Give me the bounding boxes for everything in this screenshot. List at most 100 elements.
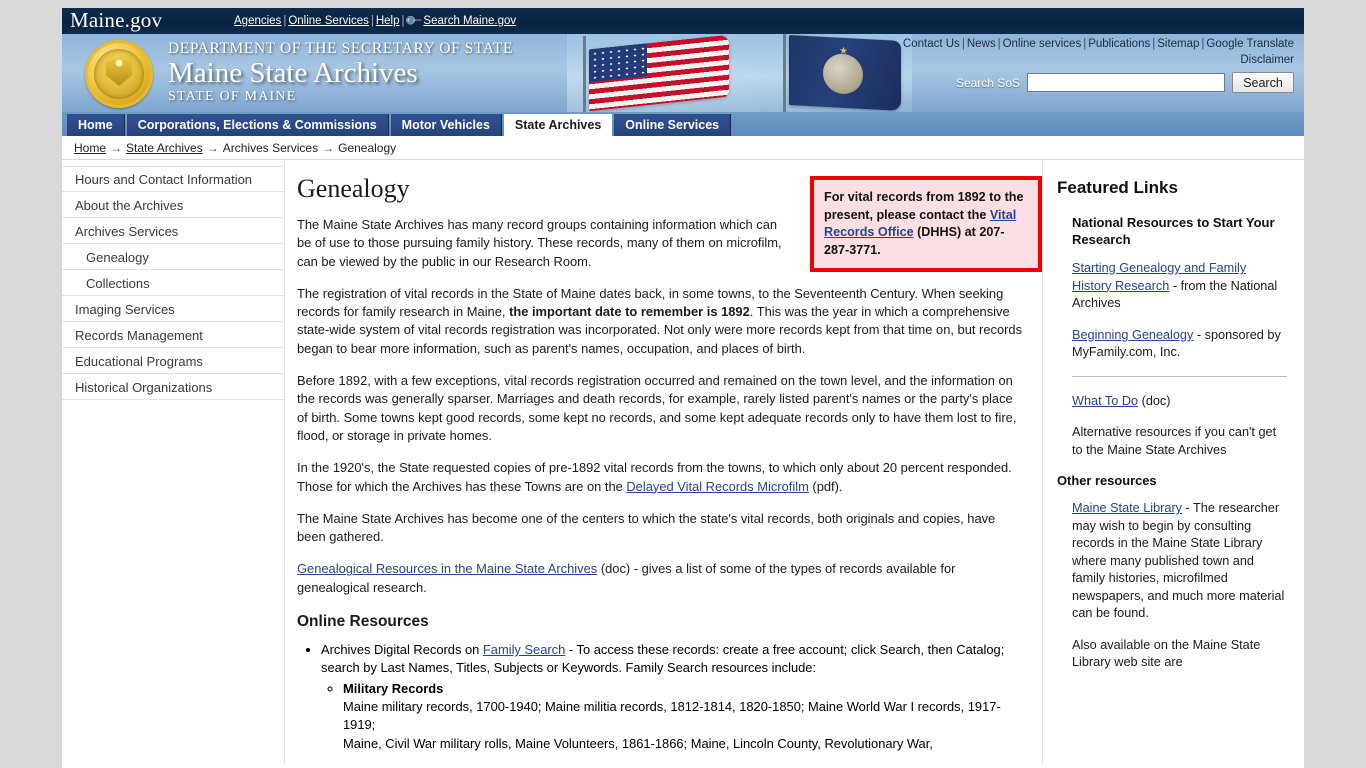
util-link-news[interactable]: News bbox=[967, 38, 996, 50]
sidebar-navigation: Hours and Contact Information About the … bbox=[62, 160, 285, 764]
top-link-search-mainegov[interactable]: Search Maine.gov bbox=[423, 15, 516, 27]
mainegov-top-links: Agencies | Online Services | Help |🔍 Search M… bbox=[234, 8, 516, 34]
list-item-military-records: Military Records Maine military records,… bbox=[343, 680, 1024, 753]
military-records-line2: Maine, Civil War military rolls, Maine V… bbox=[343, 735, 933, 751]
sidebar-item-hours-and-contact-information[interactable]: Hours and Contact Information bbox=[62, 166, 284, 192]
sublist-title-military-records: Military Records bbox=[343, 680, 444, 696]
sidebar-item-educational-programs[interactable]: Educational Programs bbox=[62, 348, 284, 374]
sidebar-item-historical-organizations[interactable]: Historical Organizations bbox=[62, 374, 284, 400]
mainegov-logo[interactable]: Maine.gov bbox=[70, 8, 168, 33]
util-link-google-translate[interactable]: Google Translate bbox=[1206, 38, 1294, 50]
paragraph-registration: The registration of vital records in the… bbox=[297, 285, 1024, 358]
util-link-sitemap[interactable]: Sitemap bbox=[1157, 38, 1199, 50]
util-link-online-services[interactable]: Online services bbox=[1003, 38, 1082, 50]
list-item-archives-digital-records: Archives Digital Records on Family Searc… bbox=[321, 641, 1024, 753]
seal-inner bbox=[94, 49, 144, 99]
utility-links: Contact Us | News | Online services | Publicat… bbox=[874, 36, 1294, 68]
link-delayed-vital-records-microfilm[interactable]: Delayed Vital Records Microfilm bbox=[626, 479, 808, 494]
util-link-contact-us[interactable]: Contact Us bbox=[903, 38, 960, 50]
state-name: STATE OF MAINE bbox=[168, 89, 297, 104]
department-title[interactable]: DEPARTMENT OF THE SECRETARY OF STATE Mai… bbox=[168, 40, 513, 105]
page-container: Maine.gov Agencies | Online Services | Help |… bbox=[62, 8, 1304, 768]
breadcrumb-item-genealogy: Genealogy bbox=[338, 141, 397, 155]
family-search-sublist: Military Records Maine military records,… bbox=[321, 680, 1024, 753]
divider: | bbox=[961, 38, 965, 50]
other-resources-block: Maine State Library - The researcher may… bbox=[1057, 500, 1287, 672]
maine-flag-seal bbox=[823, 52, 863, 95]
main-content: Genealogy For vital records from 1892 to… bbox=[285, 160, 1043, 764]
nav-tab-online-services[interactable]: Online Services bbox=[614, 114, 732, 136]
list-item-text-before: Archives Digital Records on bbox=[321, 642, 483, 658]
link-beginning-genealogy[interactable]: Beginning Genealogy bbox=[1072, 328, 1193, 342]
mainegov-logo-text: Maine.gov bbox=[70, 8, 163, 32]
sidebar-item-imaging-services[interactable]: Imaging Services bbox=[62, 296, 284, 322]
sidebar-item-archives-services[interactable]: Archives Services bbox=[62, 218, 284, 244]
link-family-search[interactable]: Family Search bbox=[483, 642, 565, 657]
breadcrumb-separator: → bbox=[206, 141, 219, 155]
util-link-publications[interactable]: Publications bbox=[1088, 38, 1150, 50]
breadcrumb-separator: → bbox=[110, 141, 123, 155]
featured-links-block: National Resources to Start Your Researc… bbox=[1057, 214, 1287, 459]
breadcrumb-item-home[interactable]: Home bbox=[74, 141, 106, 155]
link-what-to-do[interactable]: What To Do bbox=[1072, 394, 1138, 408]
site-banner: ★ DEPARTMENT OF THE SECRETARY OF STATE M… bbox=[62, 34, 1304, 112]
nav-tab-motor-vehicles[interactable]: Motor Vehicles bbox=[390, 114, 502, 136]
featured-item-what-to-do: What To Do (doc) bbox=[1072, 393, 1287, 411]
site-title: Maine State Archives bbox=[168, 57, 418, 89]
featured-item-also-available: Also available on the Maine State Librar… bbox=[1072, 637, 1261, 670]
top-link-help[interactable]: Help bbox=[376, 15, 400, 27]
nav-tab-corporations-elections-commissions[interactable]: Corporations, Elections & Commissions bbox=[126, 114, 389, 136]
paragraph-centers: The Maine State Archives has become one … bbox=[297, 510, 996, 545]
search-label: Search SoS bbox=[955, 75, 1020, 90]
content-columns: Hours and Contact Information About the … bbox=[62, 160, 1304, 764]
featured-item-maine-state-library: Maine State Library - The researcher may… bbox=[1072, 500, 1287, 623]
main-navigation: Home Corporations, Elections & Commissio… bbox=[62, 112, 1304, 136]
sidebar-item-collections[interactable]: Collections bbox=[62, 270, 284, 296]
paragraph-1920s-part2: (pdf). bbox=[808, 478, 843, 494]
nav-tab-home[interactable]: Home bbox=[67, 114, 125, 136]
featured-heading-national-resources: National Resources to Start Your Researc… bbox=[1072, 215, 1275, 247]
breadcrumb-item-state-archives[interactable]: State Archives bbox=[126, 141, 203, 155]
paragraph-genealogical-resources: Genealogical Resources in the Maine Stat… bbox=[297, 560, 1024, 597]
featured-links-sidebar: Featured Links National Resources to Sta… bbox=[1043, 160, 1303, 764]
top-link-online-services[interactable]: Online Services bbox=[288, 15, 369, 27]
paragraph-before-1892: Before 1892, with a few exceptions, vita… bbox=[297, 373, 1017, 443]
breadcrumb-separator: → bbox=[322, 141, 335, 155]
state-seal-icon bbox=[85, 40, 153, 108]
site-search-form: Search SoS Search bbox=[956, 72, 1294, 93]
featured-heading-other-resources: Other resources bbox=[1057, 473, 1157, 488]
flag-canton bbox=[589, 43, 647, 83]
search-icon: 🔍 bbox=[403, 11, 423, 31]
link-genealogical-resources[interactable]: Genealogical Resources in the Maine Stat… bbox=[297, 561, 597, 576]
sidebar-item-genealogy[interactable]: Genealogy bbox=[62, 244, 284, 270]
maine-flag-pole bbox=[783, 34, 786, 112]
featured-item-4-text: - The researcher may wish to begin by co… bbox=[1072, 501, 1285, 620]
nav-tab-list: Home Corporations, Elections & Commissio… bbox=[62, 112, 1304, 136]
seal-crest bbox=[106, 58, 132, 86]
department-name: DEPARTMENT OF THE SECRETARY OF STATE bbox=[168, 40, 514, 57]
top-link-agencies[interactable]: Agencies bbox=[234, 15, 281, 27]
featured-item-3-text: (doc) bbox=[1138, 393, 1171, 408]
sidebar-item-records-management[interactable]: Records Management bbox=[62, 322, 284, 348]
paragraph-intro: The Maine State Archives has many record… bbox=[297, 217, 782, 269]
heading-online-resources: Online Resources bbox=[297, 613, 429, 631]
vital-records-callout: For vital records from 1892 to the prese… bbox=[810, 176, 1042, 272]
featured-item-starting-genealogy: Starting Genealogy and Family History Re… bbox=[1072, 260, 1287, 313]
online-resources-list: Archives Digital Records on Family Searc… bbox=[297, 641, 1024, 753]
link-maine-state-library[interactable]: Maine State Library bbox=[1072, 501, 1182, 515]
breadcrumb: Home → State Archives → Archives Services → Ge… bbox=[62, 136, 1304, 160]
divider: | bbox=[997, 38, 1001, 50]
breadcrumb-item-archives-services: Archives Services bbox=[222, 141, 319, 155]
mainegov-topbar: Maine.gov Agencies | Online Services | Help |… bbox=[62, 8, 1304, 34]
search-input[interactable] bbox=[1027, 73, 1225, 92]
flags-photo: ★ bbox=[567, 34, 912, 112]
util-link-disclaimer[interactable]: Disclaimer bbox=[1240, 54, 1294, 66]
us-flag-icon bbox=[589, 34, 729, 112]
sidebar-item-about-the-archives[interactable]: About the Archives bbox=[62, 192, 284, 218]
search-button[interactable]: Search bbox=[1232, 72, 1294, 93]
featured-item-3-description: Alternative resources if you can't get t… bbox=[1072, 425, 1277, 457]
nav-tab-state-archives[interactable]: State Archives bbox=[503, 114, 613, 136]
featured-item-beginning-genealogy: Beginning Genealogy - sponsored by MyFam… bbox=[1072, 327, 1287, 362]
featured-links-title: Featured Links bbox=[1057, 178, 1178, 197]
section-divider bbox=[1072, 375, 1287, 377]
